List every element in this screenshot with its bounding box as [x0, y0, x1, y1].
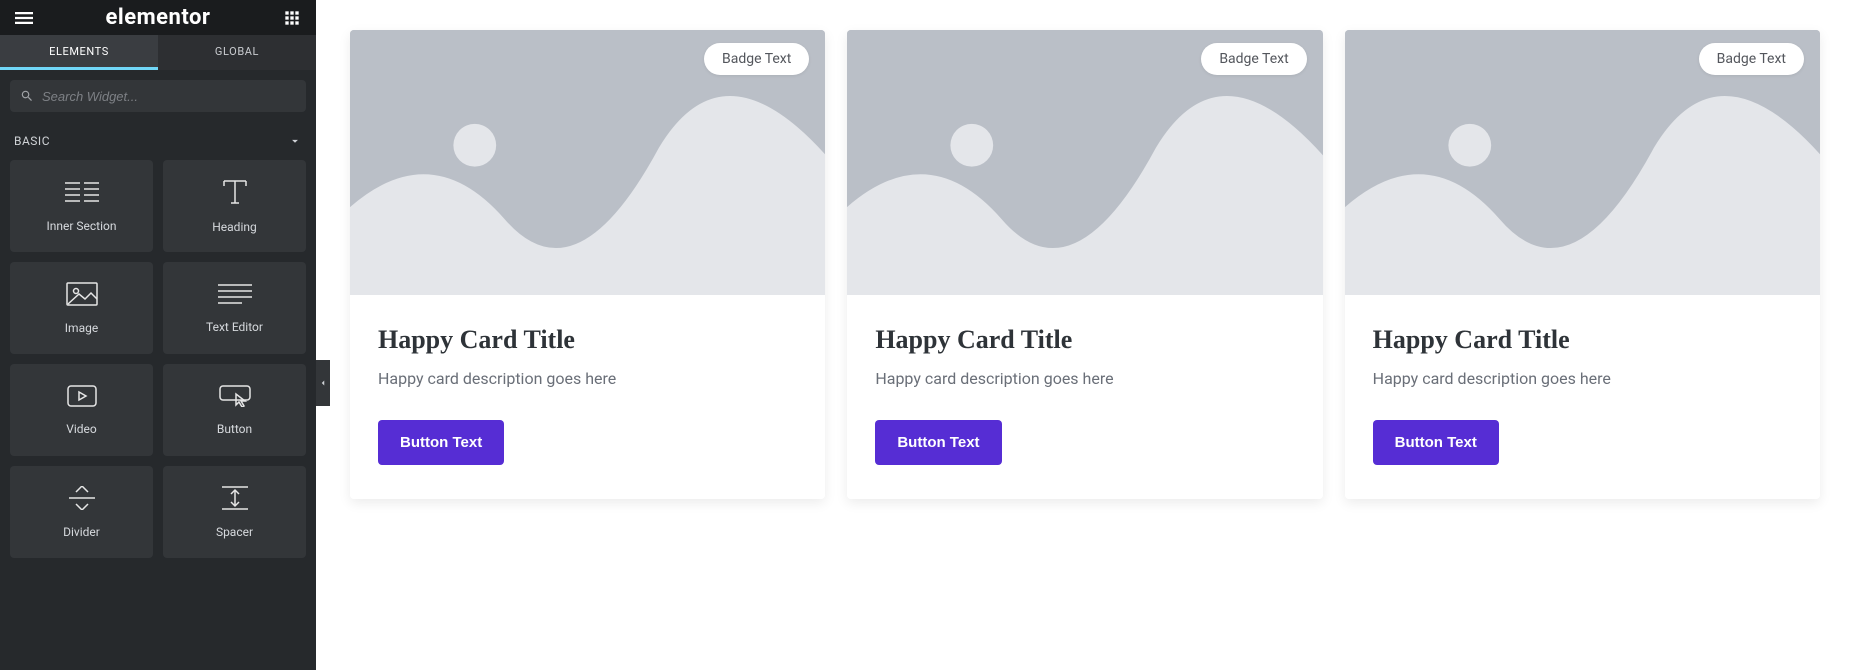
card-title: Happy Card Title	[1373, 325, 1792, 355]
widget-grid: Inner Section Heading	[0, 160, 316, 568]
group-label: BASIC	[14, 134, 50, 148]
widget-label: Image	[65, 321, 98, 335]
sidebar-tabs: ELEMENTS GLOBAL	[0, 35, 316, 70]
card-body: Happy Card Title Happy card description …	[350, 295, 825, 499]
heading-icon	[220, 179, 250, 208]
widget-spacer[interactable]: Spacer	[163, 466, 306, 558]
card-description: Happy card description goes here	[1373, 369, 1792, 388]
widget-label: Inner Section	[46, 219, 116, 233]
divider-icon	[67, 486, 97, 513]
card-badge: Badge Text	[1201, 43, 1306, 75]
card-body: Happy Card Title Happy card description …	[847, 295, 1322, 499]
widget-heading[interactable]: Heading	[163, 160, 306, 252]
tab-elements[interactable]: ELEMENTS	[0, 35, 158, 70]
card-badge: Badge Text	[1699, 43, 1804, 75]
widget-label: Button	[217, 422, 252, 436]
card-button[interactable]: Button Text	[1373, 420, 1499, 465]
preview-canvas[interactable]: Badge Text Happy Card Title Happy card d…	[316, 0, 1854, 670]
card-image-area: Badge Text	[1345, 30, 1820, 295]
sidebar-header: elementor	[0, 0, 316, 35]
brand-logo: elementor	[106, 5, 211, 30]
widget-video[interactable]: Video	[10, 364, 153, 456]
spacer-icon	[220, 486, 250, 513]
happy-card[interactable]: Badge Text Happy Card Title Happy card d…	[1345, 30, 1820, 499]
card-badge: Badge Text	[704, 43, 809, 75]
widget-label: Heading	[212, 220, 257, 234]
card-button[interactable]: Button Text	[378, 420, 504, 465]
hamburger-menu-button[interactable]	[10, 4, 38, 32]
card-description: Happy card description goes here	[875, 369, 1294, 388]
widget-label: Text Editor	[206, 320, 263, 334]
sidebar-collapse-handle[interactable]	[316, 360, 330, 406]
widget-label: Divider	[63, 525, 100, 539]
widget-label: Video	[66, 422, 97, 436]
search-icon	[20, 89, 34, 103]
cards-row: Badge Text Happy Card Title Happy card d…	[350, 30, 1820, 499]
card-image-area: Badge Text	[350, 30, 825, 295]
happy-card[interactable]: Badge Text Happy Card Title Happy card d…	[350, 30, 825, 499]
menu-icon	[15, 9, 33, 27]
widget-label: Spacer	[216, 525, 253, 539]
apps-grid-icon	[284, 10, 300, 26]
widget-inner-section[interactable]: Inner Section	[10, 160, 153, 252]
widget-button[interactable]: Button	[163, 364, 306, 456]
widget-text-editor[interactable]: Text Editor	[163, 262, 306, 354]
chevron-down-icon	[288, 134, 302, 148]
widget-image[interactable]: Image	[10, 262, 153, 354]
card-button[interactable]: Button Text	[875, 420, 1001, 465]
tab-global[interactable]: GLOBAL	[158, 35, 316, 70]
card-title: Happy Card Title	[875, 325, 1294, 355]
search-field[interactable]	[10, 80, 306, 112]
search-input[interactable]	[42, 89, 296, 104]
card-title: Happy Card Title	[378, 325, 797, 355]
widget-group-basic[interactable]: BASIC	[0, 122, 316, 160]
text-editor-icon	[218, 283, 252, 308]
video-icon	[67, 385, 97, 410]
chevron-left-icon	[318, 377, 328, 389]
apps-grid-button[interactable]	[278, 4, 306, 32]
widget-divider[interactable]: Divider	[10, 466, 153, 558]
button-icon	[219, 385, 251, 410]
editor-sidebar: elementor ELEMENTS GLOBAL BASIC	[0, 0, 316, 670]
image-icon	[66, 282, 98, 309]
card-image-area: Badge Text	[847, 30, 1322, 295]
happy-card[interactable]: Badge Text Happy Card Title Happy card d…	[847, 30, 1322, 499]
inner-section-icon	[65, 180, 99, 207]
search-container	[0, 70, 316, 122]
card-body: Happy Card Title Happy card description …	[1345, 295, 1820, 499]
card-description: Happy card description goes here	[378, 369, 797, 388]
